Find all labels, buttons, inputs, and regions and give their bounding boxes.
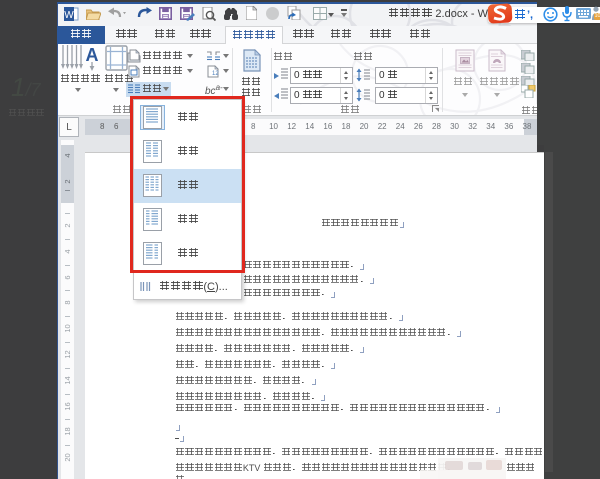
svg-text:W: W [64,10,74,21]
svg-text:A: A [86,45,99,65]
svg-text:12: 12 [212,71,219,77]
